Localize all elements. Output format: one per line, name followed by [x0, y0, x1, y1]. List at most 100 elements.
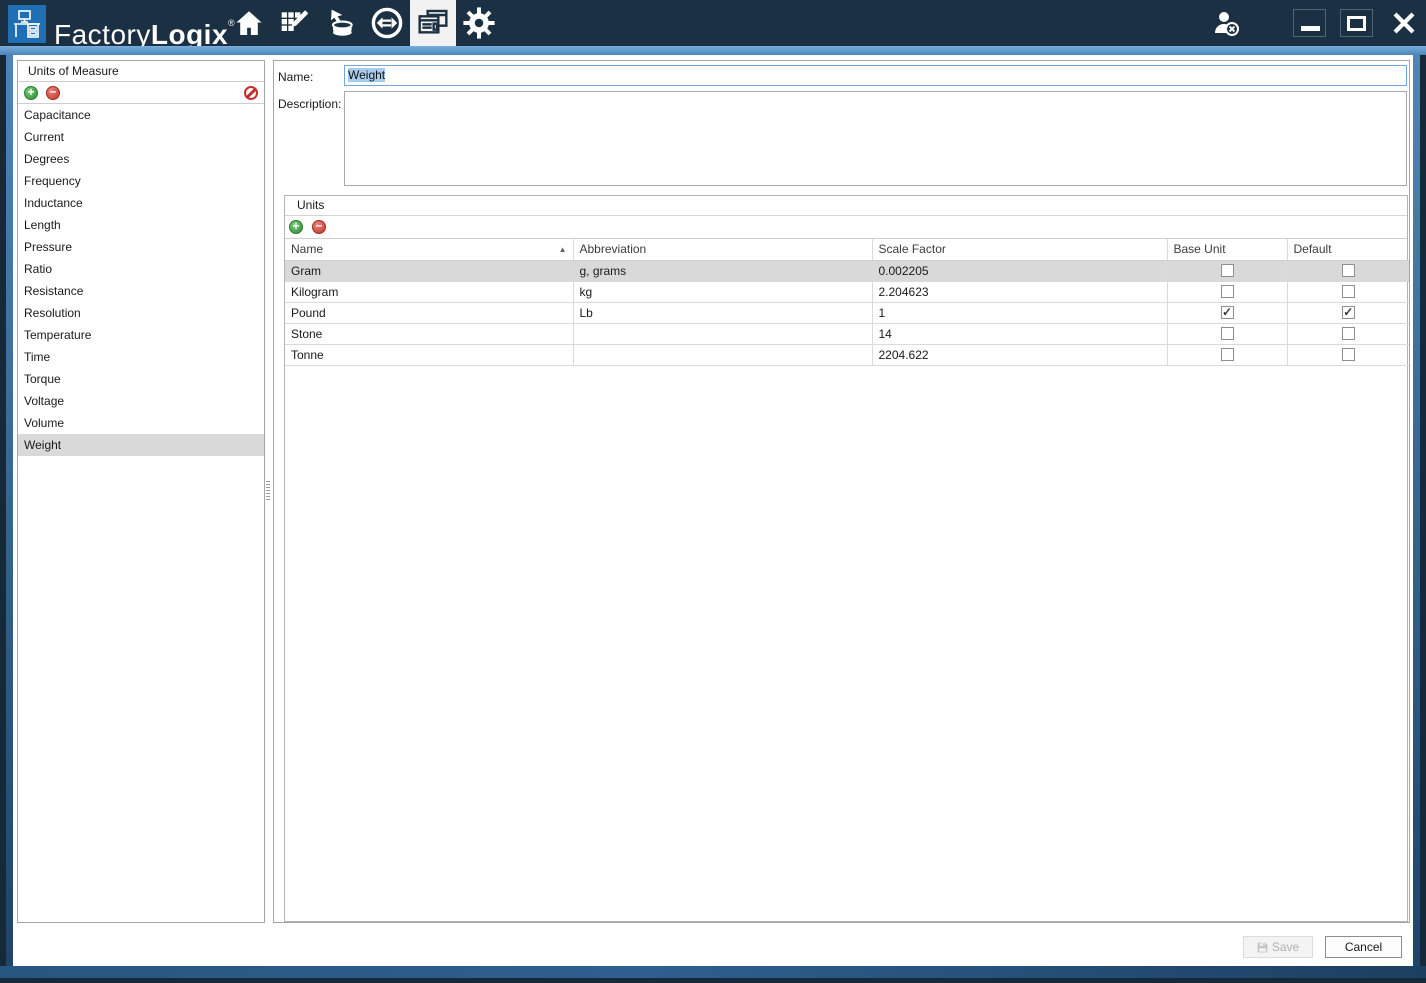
home-icon — [236, 11, 262, 35]
unit-scale-factor-cell[interactable]: 14 — [872, 323, 1168, 345]
column-header-name[interactable]: Name ▲ — [285, 239, 574, 261]
column-header-default[interactable]: Default — [1287, 239, 1409, 261]
sidebar-item-length[interactable]: Length — [18, 214, 264, 236]
unit-row-stone[interactable]: Stone 14 — [285, 323, 1409, 345]
sidebar-item-pressure[interactable]: Pressure — [18, 236, 264, 258]
cancel-button[interactable]: Cancel — [1325, 936, 1402, 958]
base-unit-checkbox[interactable] — [1220, 264, 1234, 277]
default-checkbox[interactable] — [1341, 306, 1355, 319]
default-checkbox[interactable] — [1341, 327, 1355, 340]
column-header-abbreviation[interactable]: Abbreviation — [573, 239, 873, 261]
panel-splitter[interactable] — [266, 481, 270, 502]
description-label: Description: — [278, 97, 342, 111]
unit-name-cell[interactable]: Pound — [285, 302, 574, 324]
sync-icon — [371, 7, 403, 39]
add-measure-button[interactable] — [24, 86, 38, 100]
base-unit-checkbox[interactable] — [1220, 327, 1234, 340]
unit-name-cell[interactable]: Gram — [285, 260, 574, 282]
unit-abbreviation-cell[interactable]: Lb — [573, 302, 873, 324]
sidebar-toolbar — [18, 82, 264, 104]
app-title: FactoryLogix® — [54, 7, 235, 50]
window-frame-right — [1413, 55, 1420, 966]
sidebar-item-time[interactable]: Time — [18, 346, 264, 368]
sidebar-item-capacitance[interactable]: Capacitance — [18, 104, 264, 126]
minimize-button[interactable] — [1293, 9, 1326, 37]
default-checkbox[interactable] — [1341, 285, 1355, 298]
description-input[interactable] — [344, 91, 1407, 186]
unit-scale-factor-cell[interactable]: 2204.622 — [872, 344, 1168, 366]
sidebar-item-torque[interactable]: Torque — [18, 368, 264, 390]
unit-scale-factor-cell[interactable]: 1 — [872, 302, 1168, 324]
units-group: Units Name▲ Abbreviation Scale Factor Ba… — [284, 195, 1409, 922]
units-header-row: Name ▲ Abbreviation Scale Factor Base Uni… — [285, 239, 1409, 261]
grid-pencil-icon — [281, 10, 309, 31]
unit-abbreviation-cell[interactable]: kg — [573, 281, 873, 303]
measure-list: Capacitance Current Degrees Frequency In… — [18, 104, 264, 456]
sidebar-item-voltage[interactable]: Voltage — [18, 390, 264, 412]
sidebar-item-ratio[interactable]: Ratio — [18, 258, 264, 280]
sidebar-item-inductance[interactable]: Inductance — [18, 192, 264, 214]
unit-scale-factor-cell[interactable]: 0.002205 — [872, 260, 1168, 282]
sidebar-item-resistance[interactable]: Resistance — [18, 280, 264, 302]
sidebar-item-degrees[interactable]: Degrees — [18, 148, 264, 170]
sidebar-item-volume[interactable]: Volume — [18, 412, 264, 434]
units-group-title: Units — [285, 196, 1407, 216]
factorylogix-logo-icon — [8, 5, 46, 43]
base-unit-checkbox[interactable] — [1220, 306, 1234, 319]
unit-abbreviation-cell[interactable] — [573, 323, 873, 345]
unit-row-pound[interactable]: Pound Lb 1 — [285, 302, 1409, 324]
nav-data-button[interactable] — [318, 0, 364, 46]
sidebar-item-weight[interactable]: Weight — [18, 434, 264, 456]
maximize-button[interactable] — [1340, 9, 1373, 37]
save-button[interactable]: Save — [1243, 936, 1313, 958]
nav-home-button[interactable] — [226, 0, 272, 46]
unit-abbreviation-cell[interactable]: g, grams — [573, 260, 873, 282]
sidebar-item-resolution[interactable]: Resolution — [18, 302, 264, 324]
default-checkbox[interactable] — [1341, 348, 1355, 361]
window-frame-left — [6, 55, 13, 966]
window-frame-bottom — [0, 966, 1426, 978]
base-unit-checkbox[interactable] — [1220, 285, 1234, 298]
unit-name-cell[interactable]: Kilogram — [285, 281, 574, 303]
unit-row-gram[interactable]: Gram g, grams 0.002205 — [285, 260, 1409, 282]
window-frame-top — [0, 46, 1426, 55]
no-edit-icon[interactable] — [244, 86, 258, 100]
remove-unit-button[interactable] — [312, 220, 326, 234]
name-input[interactable]: Weight — [344, 65, 1407, 86]
maximize-icon — [1347, 15, 1366, 31]
column-header-scale-factor[interactable]: Scale Factor — [872, 239, 1168, 261]
default-checkbox[interactable] — [1341, 264, 1355, 277]
close-button[interactable] — [1387, 9, 1420, 37]
nav-sync-button[interactable] — [364, 0, 410, 46]
unit-row-kilogram[interactable]: Kilogram kg 2.204623 — [285, 281, 1409, 303]
add-unit-button[interactable] — [289, 220, 303, 234]
nav-settings-button[interactable] — [456, 0, 502, 46]
unit-name-cell[interactable]: Tonne — [285, 344, 574, 366]
main-nav — [226, 0, 502, 46]
unit-scale-factor-cell[interactable]: 2.204623 — [872, 281, 1168, 303]
pages-icon — [418, 9, 448, 34]
base-unit-checkbox[interactable] — [1220, 348, 1234, 361]
unit-name-cell[interactable]: Stone — [285, 323, 574, 345]
nav-editor-button[interactable] — [272, 0, 318, 46]
user-logout-icon — [1215, 12, 1239, 36]
minimize-icon — [1301, 26, 1320, 31]
sidebar-title: Units of Measure — [18, 61, 264, 82]
sort-ascending-icon: ▲ — [558, 245, 567, 254]
unit-row-tonne[interactable]: Tonne 2204.622 — [285, 344, 1409, 366]
units-of-measure-panel: Units of Measure Capacitance Current Deg… — [17, 60, 265, 923]
unit-abbreviation-cell[interactable] — [573, 344, 873, 366]
remove-measure-button[interactable] — [46, 86, 60, 100]
database-import-icon — [331, 9, 353, 36]
gear-icon — [463, 7, 495, 39]
sidebar-item-frequency[interactable]: Frequency — [18, 170, 264, 192]
nav-configuration-button[interactable] — [410, 0, 456, 46]
sidebar-item-temperature[interactable]: Temperature — [18, 324, 264, 346]
measure-detail-panel: Name: Weight Description: Units Name▲ Ab… — [273, 60, 1410, 923]
column-header-base-unit[interactable]: Base Unit — [1167, 239, 1288, 261]
units-table: Name ▲ Abbreviation Scale Factor Base Uni… — [285, 239, 1409, 366]
logout-button[interactable] — [1209, 8, 1243, 38]
save-icon — [1257, 942, 1268, 953]
sidebar-item-current[interactable]: Current — [18, 126, 264, 148]
window-controls — [1195, 0, 1420, 46]
